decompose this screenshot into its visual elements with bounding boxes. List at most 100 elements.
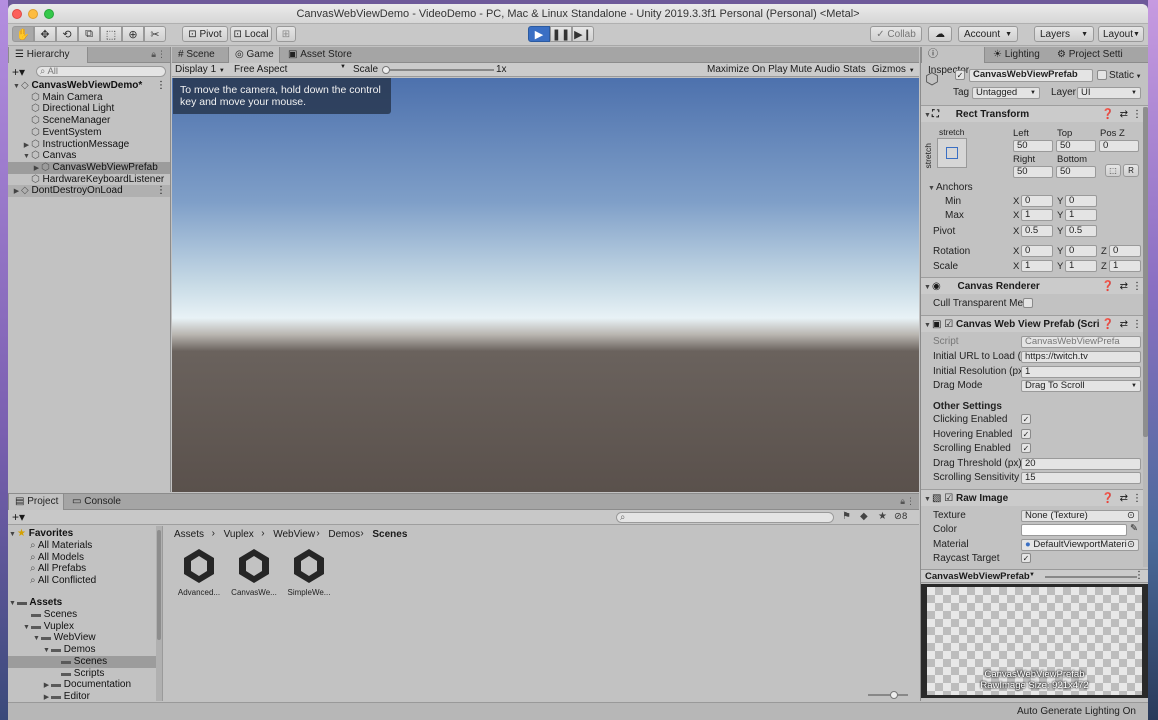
- custom-tool-icon[interactable]: ✂: [144, 26, 166, 42]
- thumbnail-slider-handle[interactable]: [890, 691, 898, 699]
- project-search-input[interactable]: ⌕: [616, 512, 834, 523]
- asset-folder-item[interactable]: ▬ Scenes: [8, 609, 156, 621]
- posz-field[interactable]: 0: [1099, 140, 1139, 152]
- hierarchy-item[interactable]: ⬡ SceneManager: [8, 115, 170, 127]
- canvas-renderer-header[interactable]: ▼◉ Canvas Renderer ❓ ⇄ ⋮: [921, 277, 1148, 294]
- lock-icon[interactable]: 🔒︎: [151, 49, 156, 60]
- move-tool-icon[interactable]: ✥: [34, 26, 56, 42]
- scale-tool-icon[interactable]: ⧉: [78, 26, 100, 42]
- min-x-field[interactable]: 0: [1021, 195, 1053, 207]
- breadcrumb-item[interactable]: Demos: [328, 529, 360, 540]
- favorite-item[interactable]: ⌕ All Prefabs: [8, 563, 162, 575]
- anchor-preset-button[interactable]: [937, 138, 967, 168]
- tab-inspector[interactable]: ⓘ Inspector: [921, 47, 985, 76]
- preset-icon[interactable]: ⇄: [1120, 106, 1128, 123]
- breadcrumb-item[interactable]: Scenes: [372, 529, 407, 540]
- script-enabled-check[interactable]: ☑: [944, 319, 956, 330]
- assets-header[interactable]: ▼▬ Assets: [8, 597, 162, 609]
- raw-image-enabled-check[interactable]: ☑: [944, 493, 956, 504]
- favorite-item[interactable]: ⌕ All Models: [8, 552, 162, 564]
- bottom-field[interactable]: 50: [1056, 166, 1096, 178]
- active-checkbox[interactable]: ✓: [955, 70, 965, 80]
- scene-menu-icon[interactable]: ⋮: [156, 80, 166, 92]
- add-object-button[interactable]: +▾: [12, 65, 25, 79]
- account-dropdown[interactable]: Account ▼: [958, 26, 1018, 42]
- hierarchy-item[interactable]: ▶ ◇ DontDestroyOnLoad ⋮: [8, 185, 170, 198]
- top-field[interactable]: 50: [1056, 140, 1096, 152]
- panel-menu-icon[interactable]: ⋮: [157, 49, 166, 60]
- right-field[interactable]: 50: [1013, 166, 1053, 178]
- min-y-field[interactable]: 0: [1065, 195, 1097, 207]
- hierarchy-item[interactable]: ⬡ Main Camera: [8, 92, 170, 104]
- scale-z-field[interactable]: 1: [1109, 260, 1141, 272]
- scale-x-field[interactable]: 1: [1021, 260, 1053, 272]
- favorites-header[interactable]: ▼★ Favorites: [8, 528, 162, 540]
- breadcrumb-item[interactable]: Assets: [174, 529, 204, 540]
- cull-transparent-checkbox[interactable]: [1023, 298, 1033, 308]
- pivot-y-field[interactable]: 0.5: [1065, 225, 1097, 237]
- hand-tool-icon[interactable]: ✋: [12, 26, 34, 42]
- local-toggle-button[interactable]: ⊡ Local: [230, 26, 272, 42]
- filter-by-label-icon[interactable]: ◆: [860, 511, 868, 522]
- hierarchy-item[interactable]: ▼◇ CanvasWebViewDemo* ⋮: [8, 80, 170, 92]
- component-menu-icon[interactable]: ⋮: [1132, 106, 1142, 123]
- create-asset-button[interactable]: +▾: [12, 510, 25, 524]
- pivot-toggle-button[interactable]: ⊡ Pivot: [182, 26, 228, 42]
- tab-console[interactable]: ▭ Console: [66, 494, 126, 510]
- color-swatch[interactable]: [1021, 524, 1127, 536]
- max-y-field[interactable]: 1: [1065, 209, 1097, 221]
- display-dropdown[interactable]: Display 1 ▼: [175, 64, 231, 75]
- tag-dropdown[interactable]: Untagged ▼: [972, 87, 1040, 99]
- asset-folder-item[interactable]: ▼▬ WebView: [8, 632, 156, 644]
- tab-project[interactable]: ▤ Project: [8, 494, 64, 510]
- hierarchy-item[interactable]: ▼⬡ Canvas: [8, 150, 170, 162]
- scrollbar-thumb[interactable]: [157, 530, 161, 640]
- maximize-on-play-toggle[interactable]: Maximize On Play: [707, 64, 788, 75]
- help-icon[interactable]: ❓: [1102, 490, 1114, 507]
- raycast-target-checkbox[interactable]: ✓: [1021, 553, 1031, 563]
- gizmos-dropdown[interactable]: Gizmos ▼: [872, 64, 915, 75]
- inspector-scrollbar[interactable]: [1143, 107, 1148, 567]
- auto-lighting-status[interactable]: Auto Generate Lighting On: [1017, 706, 1136, 717]
- breadcrumb-item[interactable]: WebView: [273, 529, 315, 540]
- aspect-dropdown[interactable]: Free Aspect ▼: [234, 64, 350, 75]
- script-field[interactable]: CanvasWebViewPrefa: [1021, 336, 1141, 348]
- scene-asset-item[interactable]: Advanced...: [174, 546, 224, 602]
- asset-folder-item[interactable]: ▶ ▬ Editor: [8, 691, 156, 701]
- filter-by-type-icon[interactable]: ⚑: [842, 511, 851, 522]
- rot-z-field[interactable]: 0: [1109, 245, 1141, 257]
- pause-button[interactable]: ❚❚: [550, 26, 572, 42]
- stats-toggle[interactable]: Stats: [843, 64, 866, 75]
- raw-image-header[interactable]: ▼▧ ☑ Raw Image ❓ ⇄ ⋮: [921, 489, 1148, 506]
- help-icon[interactable]: ❓: [1102, 278, 1114, 295]
- collab-button[interactable]: ✓ Collab: [870, 26, 922, 42]
- component-menu-icon[interactable]: ⋮: [1132, 278, 1142, 295]
- tab-project-settings[interactable]: ⚙ Project Setti: [1051, 47, 1141, 63]
- object-name-field[interactable]: CanvasWebViewPrefab: [969, 69, 1093, 82]
- scene-menu-icon[interactable]: ⋮: [156, 185, 166, 197]
- scene-asset-item[interactable]: SimpleWe...: [284, 546, 334, 602]
- hovering-enabled-checkbox[interactable]: ✓: [1021, 429, 1031, 439]
- hierarchy-item[interactable]: ▶ ⬡ InstructionMessage: [8, 139, 170, 151]
- scale-slider-handle[interactable]: [382, 66, 390, 74]
- cloud-icon[interactable]: ☁: [928, 26, 952, 42]
- eyedropper-icon[interactable]: ✎: [1130, 523, 1138, 534]
- help-icon[interactable]: ❓: [1102, 106, 1114, 123]
- snap-icon[interactable]: ⊞: [276, 26, 296, 42]
- tab-hierarchy[interactable]: ☰ Hierarchy: [8, 47, 88, 63]
- step-button[interactable]: ▶❙: [572, 26, 594, 42]
- texture-field[interactable]: None (Texture) ⊙: [1021, 510, 1139, 522]
- clicking-enabled-checkbox[interactable]: ✓: [1021, 414, 1031, 424]
- object-picker-icon[interactable]: ⊙: [1127, 511, 1135, 521]
- preset-icon[interactable]: ⇄: [1120, 278, 1128, 295]
- favorite-item[interactable]: ⌕ All Materials: [8, 540, 162, 552]
- transform-tool-icon[interactable]: ⊕: [122, 26, 144, 42]
- drag-mode-dropdown[interactable]: Drag To Scroll ▼: [1021, 380, 1141, 392]
- preview-drag-handle[interactable]: [1045, 576, 1137, 578]
- preset-icon[interactable]: ⇄: [1120, 490, 1128, 507]
- project-tree-scrollbar[interactable]: [156, 526, 162, 701]
- play-button[interactable]: ▶: [528, 26, 550, 42]
- hierarchy-item[interactable]: ⬡ Directional Light: [8, 103, 170, 115]
- preview-header[interactable]: CanvasWebViewPrefab ▼ ⋮: [921, 569, 1148, 583]
- pivot-x-field[interactable]: 0.5: [1021, 225, 1053, 237]
